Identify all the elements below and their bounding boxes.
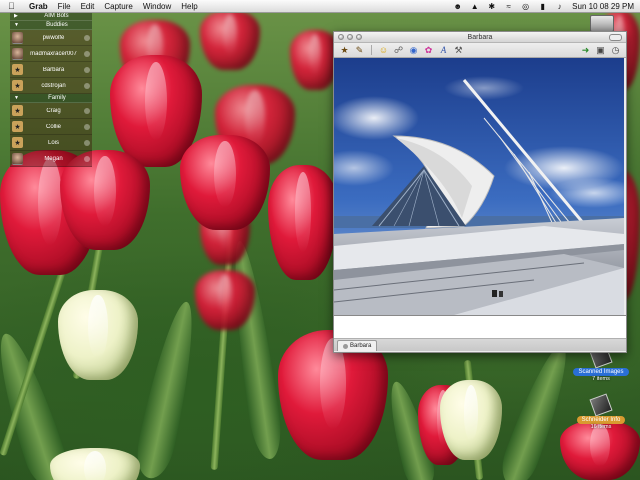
buddy-row[interactable]: ★ Barbara [10, 62, 92, 78]
link-icon[interactable]: ☍ [393, 45, 404, 56]
chat-toolbar: ★ ✎ ☺ ☍ ◉ ✿ A ⚒ ➜ ▣ ◷ [334, 43, 626, 58]
buddy-name: madmaxracer007 [30, 50, 77, 57]
menu-help[interactable]: Help [176, 2, 202, 11]
menu-capture[interactable]: Capture [99, 2, 137, 11]
menu-clock[interactable]: Sun 10 08 29 PM [572, 2, 634, 11]
tools-icon[interactable]: ⚒ [453, 45, 464, 56]
buddy-name: cdstrojan [41, 82, 66, 89]
desktop-icon-schneider-info[interactable]: Schneider Info 16 items [571, 393, 631, 430]
buddy-name: Lois [47, 139, 59, 146]
battery-icon[interactable]: ▮ [538, 2, 547, 11]
buddy-row[interactable]: ★ Lois [10, 135, 92, 151]
desktop-icon-count: 7 items [592, 376, 610, 382]
warn-icon[interactable]: ✎ [354, 45, 365, 56]
group-buddies[interactable]: ▼ Buddies [10, 21, 92, 30]
menu-extras: ☻ ▲ ✱ ≈ ◎ ▮ ♪ Sun 10 08 29 PM [453, 2, 640, 11]
group-name: AIM Bots [44, 13, 69, 19]
buddy-icon [12, 47, 23, 60]
buddy-info-icon[interactable]: ★ [339, 45, 350, 56]
buddy-list: ▶ AIM Bots ▼ Buddies pwwolfe madmaxracer… [10, 12, 92, 167]
buddy-photo [334, 58, 626, 316]
desktop-icon-label: Schneider Info [576, 416, 626, 424]
group-name: Buddies [46, 22, 68, 28]
buddy-name: Craig [46, 107, 61, 114]
status-icon [84, 139, 90, 146]
buddy-row[interactable]: Megan [10, 151, 92, 167]
status-icon [84, 66, 90, 73]
apple-icon[interactable]:  [8, 1, 18, 11]
disclosure-triangle-icon[interactable]: ▶ [14, 13, 18, 19]
smiley-icon[interactable]: ☺ [378, 45, 389, 56]
buddy-row[interactable]: pwwolfe [10, 30, 92, 46]
status-icon [84, 155, 90, 162]
timer-icon[interactable]: ◷ [610, 45, 621, 56]
status-icon [84, 107, 90, 114]
buddy-name: Collie [45, 123, 61, 130]
desktop-icon-label: Scanned Images [573, 368, 629, 376]
tulip [180, 135, 270, 230]
font-icon[interactable]: A [438, 45, 449, 56]
buddy-row[interactable]: madmaxracer007 [10, 46, 92, 62]
close-tab-icon[interactable] [343, 343, 348, 349]
send-file-icon[interactable]: ➜ [580, 45, 591, 56]
desktop-icon-scanned-images[interactable]: Scanned Images 7 items [571, 345, 631, 382]
buddy-row[interactable]: ★ cdstrojan [10, 78, 92, 94]
title-bar[interactable]: Barbara [334, 32, 626, 43]
globe-icon[interactable]: ◉ [408, 45, 419, 56]
museum-photo [334, 58, 626, 315]
running-man-icon: ★ [12, 105, 23, 116]
white-tulip [58, 290, 138, 380]
photo-icon[interactable]: ▣ [595, 45, 606, 56]
white-tulip [440, 380, 502, 460]
running-man-icon: ★ [12, 80, 23, 91]
tulip [195, 270, 255, 330]
leaf [131, 298, 205, 480]
buddy-row[interactable]: ★ Craig [10, 103, 92, 119]
hard-drive-icon[interactable] [590, 15, 614, 32]
desktop-icon-count: 16 items [590, 424, 612, 430]
buddy-name: Barbara [42, 66, 65, 73]
status-icon [84, 123, 90, 130]
buddy-icon [12, 152, 23, 165]
toolbar-separator [371, 45, 372, 55]
menu-file[interactable]: File [53, 2, 76, 11]
status-icon [84, 34, 90, 41]
buddy-row[interactable]: ★ Collie [10, 119, 92, 135]
running-man-icon: ★ [12, 137, 23, 148]
airport-icon[interactable]: ◎ [521, 2, 530, 11]
white-tulip [50, 448, 140, 480]
status-icon [84, 82, 90, 89]
group-family[interactable]: ▼ Family [10, 94, 92, 103]
menu-grab[interactable]: Grab [24, 2, 53, 11]
color-icon[interactable]: ✿ [423, 45, 434, 56]
running-man-icon: ★ [12, 64, 23, 75]
buddy-icon [12, 31, 23, 44]
group-name: Family [48, 95, 66, 101]
menu-edit[interactable]: Edit [76, 2, 100, 11]
user-icon[interactable]: ☻ [453, 2, 462, 11]
folder-icon [589, 393, 613, 417]
disclosure-triangle-icon[interactable]: ▼ [14, 95, 19, 101]
tab-label: Barbara [350, 343, 372, 349]
menu-bar:  Grab File Edit Capture Window Help ☻ ▲… [0, 0, 640, 13]
chat-window: Barbara ★ ✎ ☺ ☍ ◉ ✿ A ⚒ ➜ ▣ ◷ Barbara [333, 31, 627, 353]
window-title: Barbara [467, 33, 493, 41]
group-aim-bots[interactable]: ▶ AIM Bots [10, 12, 92, 21]
tab-bar: Barbara [334, 339, 626, 351]
tulip [200, 10, 260, 70]
menu-window[interactable]: Window [138, 2, 176, 11]
volume-icon[interactable]: ▲ [470, 2, 479, 11]
tab-barbara[interactable]: Barbara [337, 340, 378, 351]
bluetooth-icon[interactable]: ✱ [487, 2, 496, 11]
speaker-icon[interactable]: ♪ [555, 2, 564, 11]
tulip [268, 165, 338, 280]
wifi-icon[interactable]: ≈ [504, 2, 513, 11]
buddy-name: pwwolfe [42, 34, 65, 41]
status-icon [84, 50, 90, 57]
disclosure-triangle-icon[interactable]: ▼ [14, 22, 19, 28]
message-input[interactable] [334, 316, 626, 339]
toolbar-toggle-button[interactable] [609, 33, 622, 41]
running-man-icon: ★ [12, 121, 23, 132]
buddy-name: Megan [44, 155, 63, 162]
